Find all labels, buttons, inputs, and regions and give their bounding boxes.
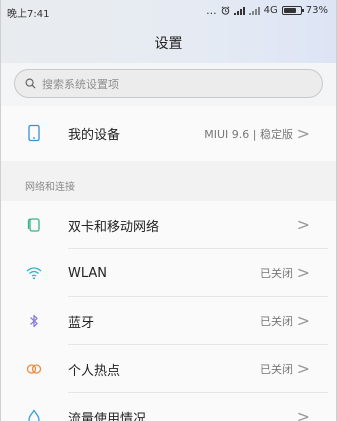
chevron-right-icon: >	[296, 123, 310, 143]
section-label-network: 网络和连接	[25, 182, 75, 193]
chevron-right-icon: >	[296, 311, 310, 330]
page-title: 设置	[154, 36, 183, 52]
chevron-right-icon: >	[296, 407, 310, 421]
my-device-label: 我的设备	[68, 128, 121, 143]
sidebar-item-bluetooth[interactable]: 蓝牙 已关闭 >	[1, 297, 336, 345]
alarm-icon	[221, 6, 230, 15]
sidebar-item-hotspot[interactable]: 个人热点 已关闭 >	[1, 345, 336, 393]
device-card: 我的设备 MIUI 9.6 | 稳定版 >	[1, 106, 336, 161]
row-label: WLAN	[68, 265, 108, 281]
network-type: 4G	[263, 5, 278, 16]
phone-icon	[28, 124, 40, 142]
chevron-right-icon: >	[296, 263, 310, 282]
chevron-right-icon: >	[296, 359, 310, 378]
bluetooth-icon	[30, 314, 38, 328]
signal-2-icon	[248, 6, 260, 15]
search-input[interactable]: 搜索系统设置项	[14, 69, 323, 98]
chevron-right-icon: >	[296, 215, 310, 234]
header-area: 晚上7:41 ... 4G 73% 设置	[1, 0, 336, 63]
my-device-row[interactable]: 我的设备 MIUI 9.6 | 稳定版 >	[1, 106, 336, 161]
sidebar-item-wlan[interactable]: WLAN 已关闭 >	[1, 249, 336, 297]
row-label: 流量使用情况	[68, 411, 147, 421]
sim-card-icon	[27, 218, 40, 232]
row-value: 已关闭	[260, 363, 293, 376]
row-label: 个人热点	[68, 363, 121, 379]
more-dots-icon: ...	[206, 3, 217, 17]
hotspot-icon	[26, 364, 42, 374]
status-icons: ... 4G 73%	[206, 3, 328, 17]
row-label: 双卡和移动网络	[68, 219, 160, 235]
my-device-value: MIUI 9.6 | 稳定版	[204, 127, 293, 141]
row-label: 蓝牙	[68, 315, 95, 331]
battery-icon	[281, 6, 304, 15]
settings-screen: 晚上7:41 ... 4G 73% 设置 搜索系统设置项 我的设备 MIUI 9…	[0, 0, 337, 421]
search-area: 搜索系统设置项	[1, 63, 336, 106]
signal-1-icon	[233, 6, 245, 15]
sidebar-item-dual-sim[interactable]: 双卡和移动网络 >	[1, 201, 336, 249]
search-icon	[25, 78, 36, 89]
status-time: 晚上7:41	[7, 9, 50, 20]
search-placeholder: 搜索系统设置项	[42, 77, 119, 91]
status-bar: 晚上7:41 ... 4G 73%	[1, 0, 336, 22]
sidebar-item-data-usage[interactable]: 流量使用情况 >	[1, 393, 336, 421]
network-card: 双卡和移动网络 > WLAN 已关闭 > 蓝牙 已关闭 > 个人热点 已关闭 >…	[1, 201, 336, 421]
row-value: 已关闭	[260, 315, 293, 328]
wifi-icon	[26, 267, 42, 280]
row-value: 已关闭	[260, 267, 293, 280]
data-usage-icon	[28, 409, 40, 421]
battery-percent: 73%	[305, 5, 328, 16]
